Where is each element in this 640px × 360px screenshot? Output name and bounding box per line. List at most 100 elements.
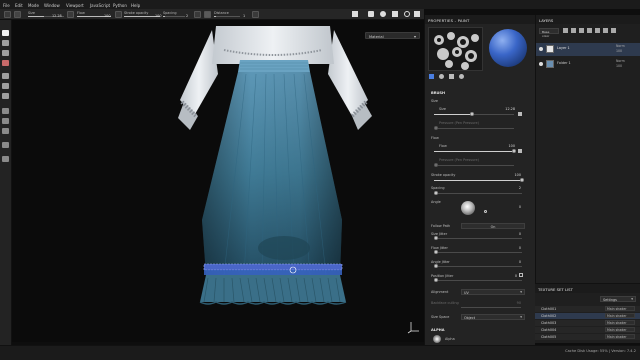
menu-edit[interactable]: Edit — [15, 3, 23, 8]
size-icon[interactable] — [14, 11, 21, 18]
mask-icon[interactable] — [2, 142, 9, 148]
size-pressure-slider[interactable] — [434, 128, 514, 129]
pen-pressure-icon[interactable] — [518, 112, 522, 116]
menu-mode[interactable]: Mode — [28, 3, 39, 8]
toolbar-size-value[interactable]: 12.28 — [52, 14, 62, 18]
mirror-icon[interactable] — [252, 11, 259, 18]
stroke-opacity-slider[interactable] — [434, 180, 522, 181]
stroke-opacity-value[interactable]: 100 — [505, 173, 521, 177]
particle-tab-icon[interactable] — [459, 74, 464, 79]
texture-set-shader[interactable]: Main shader — [605, 327, 635, 333]
follow-path-toggle[interactable]: On — [461, 223, 525, 229]
texture-set-item[interactable]: Cloth001 Main shader — [535, 306, 640, 312]
link-icon[interactable] — [519, 273, 523, 277]
texture-set-shader[interactable]: Main shader — [605, 306, 635, 312]
flow-pressure-slider[interactable] — [434, 165, 514, 166]
pen-pressure-icon[interactable] — [518, 149, 522, 153]
texture-set-item[interactable]: Cloth005 Main shader — [535, 334, 640, 340]
render-icon[interactable] — [380, 11, 386, 17]
angle-handle[interactable] — [484, 210, 487, 213]
visibility-eye-icon[interactable] — [539, 62, 543, 66]
backface-culling-slider[interactable] — [461, 307, 521, 308]
smudge-icon[interactable] — [2, 73, 9, 79]
add-folder-icon[interactable] — [595, 28, 600, 33]
texture-set-shader[interactable]: Main shader — [605, 334, 635, 340]
add-layer-icon[interactable] — [563, 28, 568, 33]
screenshot-icon[interactable] — [392, 11, 398, 17]
toolbar-distance-value[interactable]: 1 — [243, 14, 245, 18]
layer-opacity[interactable]: 100 — [616, 64, 622, 68]
size-jitter-slider[interactable] — [434, 238, 522, 239]
angle-dial[interactable] — [461, 201, 475, 215]
duplicate-icon[interactable] — [603, 28, 608, 33]
opacity-icon[interactable] — [115, 11, 122, 18]
backface-culling-value[interactable]: 90 — [505, 301, 521, 305]
camera-tool-icon[interactable] — [2, 156, 9, 162]
geometry-icon[interactable] — [2, 128, 9, 134]
texture-set-item[interactable]: Cloth004 Main shader — [535, 327, 640, 333]
paint-brush-icon[interactable] — [2, 30, 9, 36]
layer-name[interactable]: Folder 1 — [557, 61, 571, 65]
texture-set-item[interactable]: Cloth002 Main shader — [535, 313, 640, 319]
menu-viewport[interactable]: Viewport — [66, 3, 84, 8]
color-picker-icon[interactable] — [2, 93, 9, 99]
alpha-thumbnail[interactable] — [433, 335, 441, 343]
texture-set-shader[interactable]: Main shader — [605, 320, 635, 326]
spacing-handle[interactable] — [433, 191, 438, 195]
spacing-slider[interactable] — [434, 193, 522, 194]
angle-value[interactable]: 0 — [505, 205, 521, 209]
angle-jitter-slider[interactable] — [434, 266, 522, 267]
symmetry-icon[interactable] — [194, 11, 201, 18]
stroke-opacity-handle[interactable] — [520, 178, 524, 182]
flow-slider[interactable] — [434, 151, 514, 152]
camera-icon[interactable] — [368, 11, 374, 17]
stencil-tab-icon[interactable] — [449, 74, 454, 79]
add-mask-icon[interactable] — [579, 28, 584, 33]
layer-blend-mode[interactable]: Norm — [616, 59, 625, 63]
layer-row[interactable]: Layer 1 Norm 100 — [536, 43, 640, 56]
toolbar-flow-value[interactable]: 100 — [104, 14, 110, 18]
brush-preset-icon[interactable] — [4, 11, 11, 18]
size-jitter-handle[interactable] — [434, 236, 438, 240]
size-jitter-value[interactable]: 0 — [505, 232, 521, 236]
projection-icon[interactable] — [2, 50, 9, 56]
display-icon[interactable] — [414, 11, 420, 17]
brush-tab-icon[interactable] — [429, 74, 434, 79]
layer-row[interactable]: Folder 1 Norm 100 — [536, 58, 640, 71]
spacing-value[interactable]: 2 — [505, 186, 521, 190]
add-effect-icon[interactable] — [587, 28, 592, 33]
material-sphere-preview[interactable] — [489, 29, 527, 67]
add-fill-layer-icon[interactable] — [571, 28, 576, 33]
toolbar-stroke-opacity-value[interactable]: 100 — [155, 14, 161, 18]
menu-file[interactable]: File — [3, 3, 10, 8]
delete-icon[interactable] — [611, 28, 616, 33]
visibility-eye-icon[interactable] — [539, 47, 543, 51]
toolbar-spacing-value[interactable]: 2 — [186, 14, 188, 18]
angle-jitter-handle[interactable] — [434, 264, 438, 268]
size-value[interactable]: 12.28 — [499, 107, 515, 111]
flow-icon[interactable] — [67, 11, 74, 18]
size-pressure-handle[interactable] — [434, 126, 438, 130]
texture-set-shader[interactable]: Main shader — [605, 313, 635, 319]
size-space-dropdown[interactable]: Object ▾ — [461, 314, 525, 320]
viewport-settings-icon[interactable] — [404, 11, 410, 17]
polygon-fill-icon[interactable] — [2, 60, 9, 66]
toolbar-distance-slider[interactable] — [214, 16, 240, 17]
flow-jitter-handle[interactable] — [434, 250, 438, 254]
flow-jitter-value[interactable]: 0 — [505, 246, 521, 250]
texture-set-settings-dropdown[interactable]: Settings ▾ — [600, 296, 636, 302]
size-slider-handle[interactable] — [470, 112, 475, 116]
clone-icon[interactable] — [2, 83, 9, 89]
position-jitter-handle[interactable] — [434, 278, 438, 282]
material-tab-icon[interactable] — [439, 74, 444, 79]
lazy-mouse-icon[interactable] — [204, 11, 211, 18]
angle-jitter-value[interactable]: 0 — [505, 260, 521, 264]
pause-icon[interactable] — [352, 11, 358, 17]
menu-python[interactable]: Python — [113, 3, 127, 8]
3d-viewport[interactable]: Material ▾ — [12, 20, 424, 342]
bake-icon[interactable] — [2, 108, 9, 114]
alignment-dropdown[interactable]: UV ▾ — [461, 289, 525, 295]
flow-pressure-handle[interactable] — [434, 163, 438, 167]
layer-opacity[interactable]: 100 — [616, 49, 622, 53]
position-jitter-value[interactable]: 0 — [501, 274, 517, 278]
